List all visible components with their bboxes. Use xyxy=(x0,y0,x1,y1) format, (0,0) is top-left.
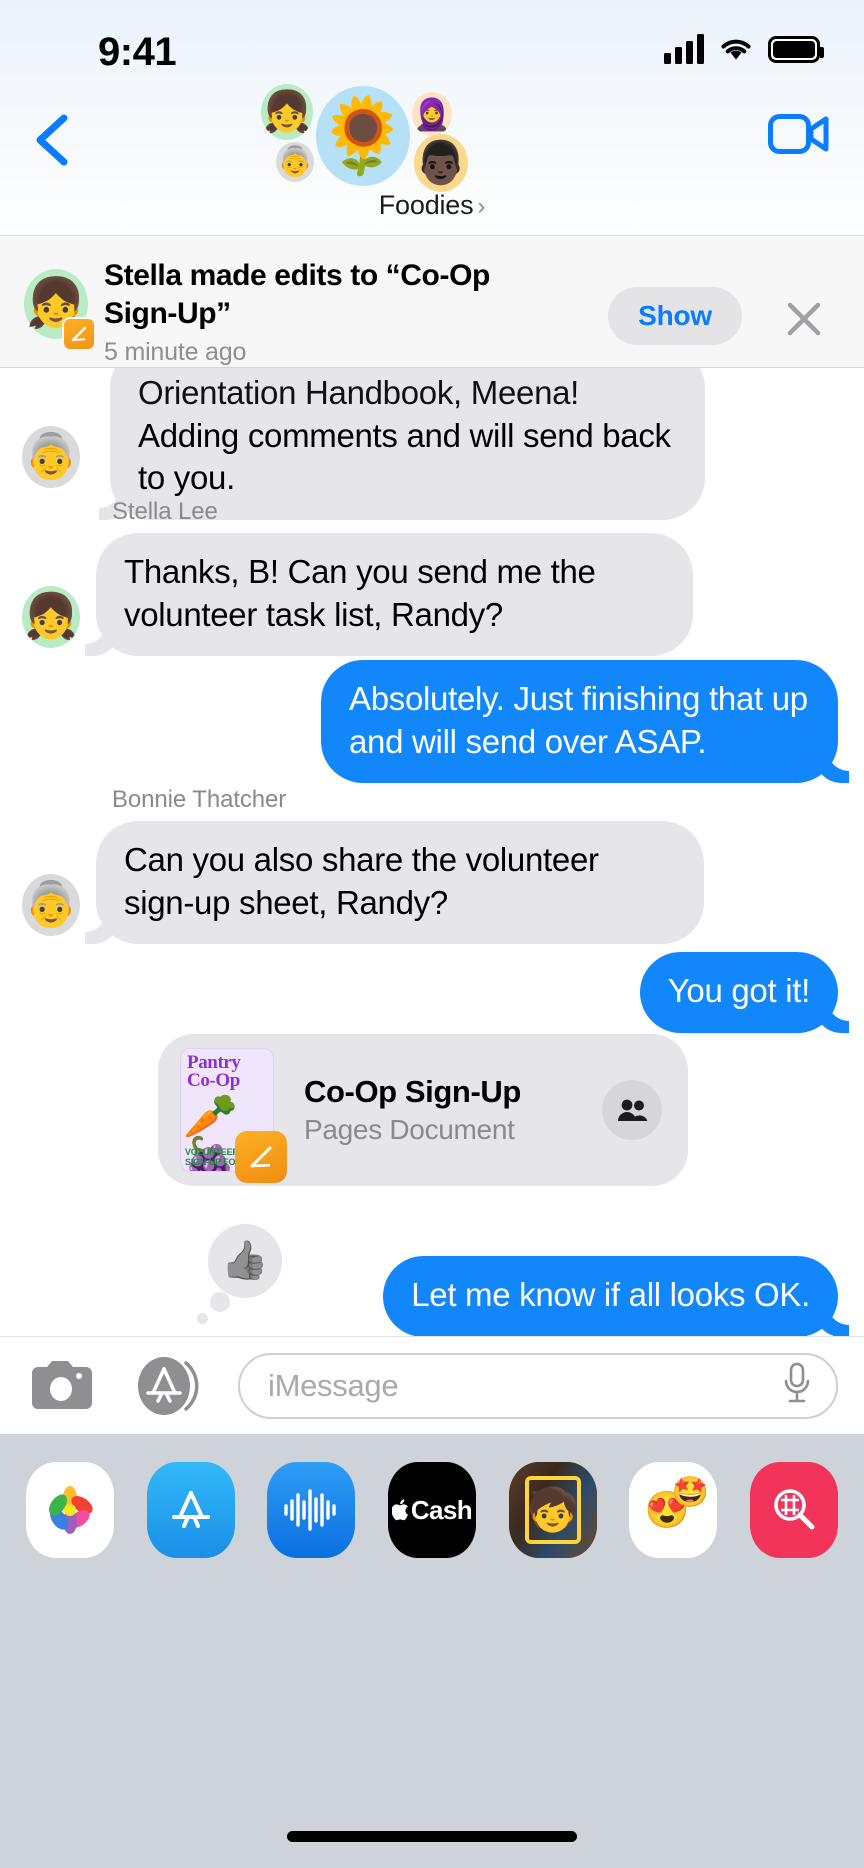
message-text: Absolutely. Just finishing that up and w… xyxy=(349,680,808,760)
avatar-stella[interactable]: 👧 xyxy=(22,586,80,648)
group-avatar-cluster[interactable]: 👧 👵 🌻 🧕 👨🏿 xyxy=(0,84,864,192)
message-bubble-incoming[interactable]: Thanks, B! Can you send me the volunteer… xyxy=(85,533,693,657)
document-thumbnail: Pantry Co-Op 🥕🍇 VOLUNTEER SIGN-UP FORM xyxy=(180,1048,287,1183)
app-images[interactable] xyxy=(749,1462,838,1558)
collaboration-notification-banner[interactable]: 👧 Stella made edits to “Co-Op Sign-Up” 5… xyxy=(0,237,864,368)
group-avatar-meena: 🧕 xyxy=(412,92,452,136)
attachment-card[interactable]: Pantry Co-Op 🥕🍇 VOLUNTEER SIGN-UP FORM C… xyxy=(158,1034,688,1186)
collaborators-icon[interactable] xyxy=(602,1080,662,1140)
status-bar: 9:41 xyxy=(0,26,864,78)
show-button[interactable]: Show xyxy=(608,287,742,345)
microphone-icon[interactable] xyxy=(780,1360,814,1411)
message-text-clipped: Orientation Handbook, Meena! xyxy=(138,374,580,411)
camera-icon[interactable] xyxy=(30,1359,92,1413)
imessage-app-drawer: Cash 🧒 😍 🤩 xyxy=(0,1434,864,1868)
message-row: Orientation Handbook, Meena! Adding comm… xyxy=(99,368,705,520)
message-row: Let me know if all looks OK. xyxy=(383,1256,849,1336)
message-text: Thanks, B! Can you send me the volunteer… xyxy=(124,553,596,633)
message-bubble-outgoing[interactable]: You got it! xyxy=(639,952,849,1033)
avatar-bonnie[interactable]: 👵 xyxy=(22,874,80,936)
message-text: Adding comments and will send back to yo… xyxy=(138,416,671,497)
message-list[interactable]: Orientation Handbook, Meena! Adding comm… xyxy=(0,368,864,1336)
message-row: Absolutely. Just finishing that up and w… xyxy=(321,660,849,784)
sender-name: Bonnie Thatcher xyxy=(112,786,287,813)
thumbnail-title-line2: Co-Op xyxy=(187,1070,240,1092)
cellular-bars-icon xyxy=(664,34,704,64)
group-name-label: Foodies xyxy=(378,190,474,220)
tapback-thumbs-up[interactable]: 👍 xyxy=(197,1224,282,1324)
message-bubble-outgoing[interactable]: Absolutely. Just finishing that up and w… xyxy=(321,660,849,784)
chevron-right-icon: › xyxy=(477,193,486,220)
message-bubble-incoming[interactable]: Can you also share the volunteer sign-up… xyxy=(85,821,704,945)
avatar-bonnie[interactable]: 👵 xyxy=(22,426,80,488)
message-row: Bonnie Thatcher Can you also share the v… xyxy=(85,786,704,945)
group-name[interactable]: Foodies › xyxy=(0,190,864,221)
group-avatar-randy: 👨🏿 xyxy=(414,134,468,192)
home-indicator xyxy=(287,1831,577,1842)
app-voice-memo[interactable] xyxy=(267,1462,356,1558)
app-photos[interactable] xyxy=(26,1462,114,1558)
app-memoji-camera[interactable]: 🧒 xyxy=(508,1462,597,1558)
message-bubble-outgoing[interactable]: Let me know if all looks OK. xyxy=(383,1256,849,1336)
imessage-input-field[interactable]: iMessage xyxy=(238,1352,838,1419)
sender-name: Stella Lee xyxy=(112,498,218,525)
apple-cash-label: Cash xyxy=(410,1494,473,1525)
group-avatar-stella: 👧 xyxy=(261,84,313,140)
attachment-name: Co-Op Sign-Up xyxy=(304,1074,521,1109)
message-text: You got it! xyxy=(667,972,811,1009)
app-memoji-stickers[interactable]: 😍 🤩 xyxy=(629,1462,718,1558)
wifi-icon xyxy=(718,35,754,63)
banner-title: Stella made edits to “Co-Op Sign-Up” xyxy=(104,259,490,331)
message-row: You got it! xyxy=(639,952,849,1033)
message-input-bar: iMessage xyxy=(0,1336,864,1434)
pages-app-icon xyxy=(235,1131,287,1183)
message-row: Pantry Co-Op 🥕🍇 VOLUNTEER SIGN-UP FORM C… xyxy=(158,1034,688,1186)
message-bubble-incoming[interactable]: Orientation Handbook, Meena! Adding comm… xyxy=(99,368,705,520)
message-row: Stella Lee Thanks, B! Can you send me th… xyxy=(85,498,693,657)
group-avatar-bonnie: 👵 xyxy=(276,142,314,182)
close-x-icon[interactable] xyxy=(782,297,826,341)
group-avatar-main: 🌻 xyxy=(316,86,410,186)
pages-app-icon xyxy=(62,317,96,351)
app-store-icon[interactable] xyxy=(134,1353,200,1419)
banner-timestamp: 5 minute ago xyxy=(104,337,247,366)
message-text: Let me know if all looks OK. xyxy=(411,1276,810,1313)
app-apple-cash[interactable]: Cash xyxy=(387,1462,476,1558)
status-time: 9:41 xyxy=(98,30,177,74)
messages-screen: 9:41 👧 👵 🌻 🧕 👨🏿 Foodies › 👧 Stella made … xyxy=(0,0,864,1868)
imessage-placeholder: iMessage xyxy=(268,1367,399,1403)
attachment-type: Pages Document xyxy=(304,1114,515,1145)
navigation-bar: 9:41 👧 👵 🌻 🧕 👨🏿 Foodies › xyxy=(0,0,864,236)
battery-full-icon xyxy=(768,35,824,63)
message-text: Can you also share the volunteer sign-up… xyxy=(124,841,599,921)
app-store[interactable] xyxy=(146,1462,235,1558)
